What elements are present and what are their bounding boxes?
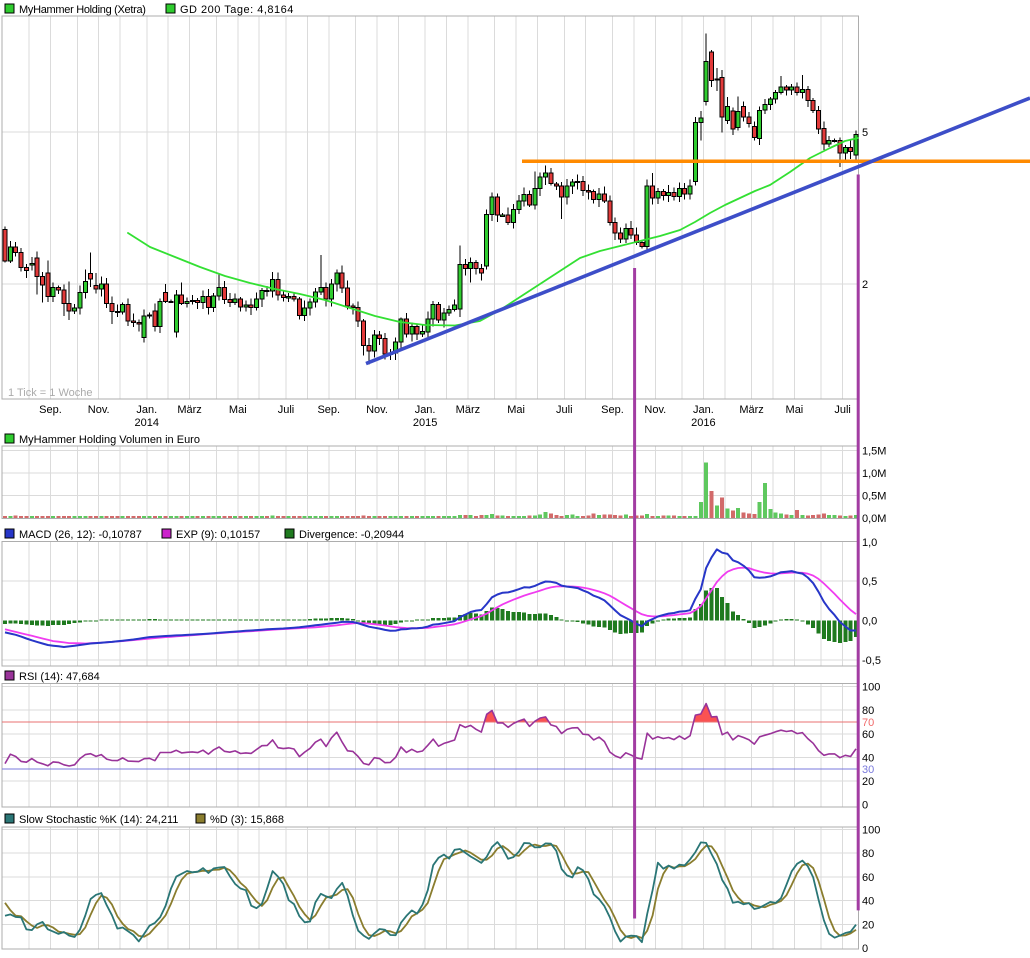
svg-text:Jan.: Jan. bbox=[693, 404, 714, 416]
svg-text:1,0M: 1,0M bbox=[862, 468, 886, 480]
svg-text:-0,5: -0,5 bbox=[862, 655, 881, 667]
svg-text:0: 0 bbox=[862, 800, 868, 812]
svg-text:EXP (9): 0,10157: EXP (9): 0,10157 bbox=[176, 529, 260, 541]
svg-text:MyHammer Holding Volumen in Eu: MyHammer Holding Volumen in Euro bbox=[19, 434, 200, 446]
svg-text:Jan.: Jan. bbox=[415, 404, 436, 416]
svg-text:100: 100 bbox=[862, 682, 880, 694]
svg-text:2015: 2015 bbox=[413, 417, 437, 429]
svg-text:%D (3): 15,868: %D (3): 15,868 bbox=[210, 814, 284, 826]
svg-text:80: 80 bbox=[862, 705, 874, 717]
svg-text:30: 30 bbox=[862, 764, 874, 776]
svg-text:80: 80 bbox=[862, 848, 874, 860]
svg-text:0,0M: 0,0M bbox=[862, 513, 886, 525]
svg-text:März: März bbox=[739, 404, 763, 416]
svg-text:60: 60 bbox=[862, 872, 874, 884]
svg-text:0,0: 0,0 bbox=[862, 616, 877, 628]
svg-text:0: 0 bbox=[862, 943, 868, 955]
svg-text:0,5: 0,5 bbox=[862, 576, 877, 588]
svg-text:70: 70 bbox=[862, 717, 874, 729]
svg-text:Mai: Mai bbox=[786, 404, 804, 416]
svg-text:5: 5 bbox=[862, 127, 868, 139]
svg-text:MyHammer Holding (Xetra): MyHammer Holding (Xetra) bbox=[19, 4, 146, 16]
svg-text:60: 60 bbox=[862, 729, 874, 741]
svg-text:100: 100 bbox=[862, 824, 880, 836]
svg-text:20: 20 bbox=[862, 776, 874, 788]
svg-text:Juli: Juli bbox=[278, 404, 295, 416]
svg-text:Mai: Mai bbox=[507, 404, 525, 416]
svg-text:Mai: Mai bbox=[229, 404, 247, 416]
svg-text:GD 200 Tage: 4,8164: GD 200 Tage: 4,8164 bbox=[180, 4, 294, 16]
svg-text:Juli: Juli bbox=[834, 404, 851, 416]
svg-text:Slow Stochastic %K (14): 24,21: Slow Stochastic %K (14): 24,211 bbox=[19, 814, 178, 826]
svg-text:Nov.: Nov. bbox=[644, 404, 666, 416]
svg-text:1 Tick = 1 Woche: 1 Tick = 1 Woche bbox=[8, 387, 92, 399]
svg-text:Sep.: Sep. bbox=[317, 404, 340, 416]
svg-text:1,0: 1,0 bbox=[862, 537, 877, 549]
svg-text:RSI (14): 47,684: RSI (14): 47,684 bbox=[19, 671, 100, 683]
svg-text:40: 40 bbox=[862, 752, 874, 764]
svg-text:Nov.: Nov. bbox=[88, 404, 110, 416]
svg-text:MACD (26, 12): -0,10787: MACD (26, 12): -0,10787 bbox=[19, 529, 142, 541]
svg-text:40: 40 bbox=[862, 896, 874, 908]
svg-text:Sep.: Sep. bbox=[601, 404, 624, 416]
svg-text:2: 2 bbox=[862, 279, 868, 291]
svg-text:Juli: Juli bbox=[556, 404, 573, 416]
svg-text:0,5M: 0,5M bbox=[862, 490, 886, 502]
svg-text:1,5M: 1,5M bbox=[862, 446, 886, 458]
svg-text:Jan.: Jan. bbox=[136, 404, 157, 416]
svg-text:Divergence: -0,20944: Divergence: -0,20944 bbox=[299, 529, 404, 541]
svg-text:20: 20 bbox=[862, 919, 874, 931]
svg-text:2016: 2016 bbox=[691, 417, 715, 429]
svg-text:2014: 2014 bbox=[135, 417, 159, 429]
svg-text:Nov.: Nov. bbox=[366, 404, 388, 416]
svg-text:März: März bbox=[456, 404, 480, 416]
svg-text:Sep.: Sep. bbox=[39, 404, 62, 416]
svg-text:März: März bbox=[177, 404, 201, 416]
